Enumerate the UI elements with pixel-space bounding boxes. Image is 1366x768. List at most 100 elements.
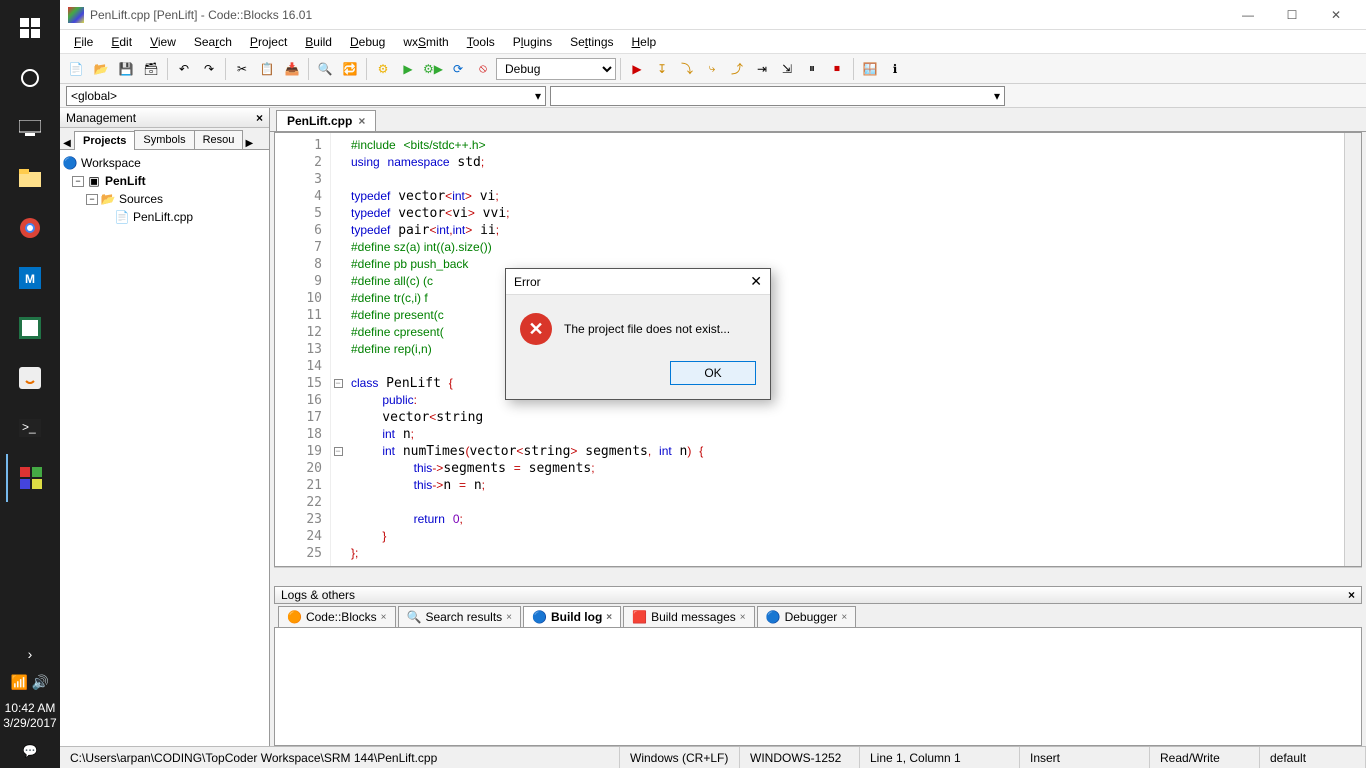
logs-body[interactable] [274,628,1362,746]
menu-debug[interactable]: Debug [342,32,393,52]
paste-icon[interactable]: 📥 [280,57,304,81]
open-icon[interactable]: 📂 [89,57,113,81]
mgmt-tabs-right-arrow[interactable]: ▶ [242,138,256,149]
menu-tools[interactable]: Tools [459,32,503,52]
break-icon[interactable]: ⏸ [800,57,824,81]
management-close-icon[interactable]: × [256,111,263,125]
dialog-close-icon[interactable]: ✕ [750,273,762,290]
codeblocks-taskbar-icon[interactable] [6,454,54,502]
menu-project[interactable]: Project [242,32,295,52]
step-into-icon[interactable]: ⤷ [700,57,724,81]
horizontal-scrollbar[interactable] [274,567,1362,584]
mgmt-tab-symbols[interactable]: Symbols [134,130,194,149]
terminal-icon[interactable]: >_ [6,404,54,452]
logs-close-icon[interactable]: × [1348,588,1355,602]
menu-file[interactable]: File [66,32,101,52]
dialog-titlebar[interactable]: Error ✕ [506,269,770,295]
tray-icons[interactable]: 📶 🔊 [11,668,50,697]
tree-toggle-icon[interactable]: − [86,194,98,205]
status-path: C:\Users\arpan\CODING\TopCoder Workspace… [60,747,620,768]
mail-icon[interactable]: M [6,254,54,302]
svg-text:M: M [25,272,35,286]
titlebar: PenLift.cpp [PenLift] - Code::Blocks 16.… [60,0,1366,30]
task-view-icon[interactable] [6,104,54,152]
code-text[interactable]: #include <bits/stdc++.h> using namespace… [345,133,1344,566]
find-icon[interactable]: 🔍 [313,57,337,81]
tree-workspace[interactable]: 🔵 Workspace [62,154,267,172]
abort-icon[interactable]: ⦸ [471,57,495,81]
tree-file-penlift[interactable]: 📄 PenLift.cpp [62,208,267,226]
info-icon[interactable]: ℹ [883,57,907,81]
mgmt-tabs-left-arrow[interactable]: ◀ [60,138,74,149]
menu-view[interactable]: View [142,32,184,52]
log-tab-close-icon[interactable]: × [740,612,746,623]
replace-icon[interactable]: 🔁 [338,57,362,81]
stop-debug-icon[interactable]: ⏹ [825,57,849,81]
next-line-icon[interactable]: ⤵ [675,57,699,81]
ok-button[interactable]: OK [670,361,756,385]
minimize-button[interactable]: — [1226,1,1270,29]
mgmt-tab-projects[interactable]: Projects [74,131,135,150]
cut-icon[interactable]: ✂ [230,57,254,81]
project-tree[interactable]: 🔵 Workspace − ▣ PenLift − 📂 Sources [60,150,269,746]
menu-search[interactable]: Search [186,32,240,52]
save-all-icon[interactable]: 🗃 [139,57,163,81]
run-to-cursor-icon[interactable]: ↧ [650,57,674,81]
step-instr-icon[interactable]: ⇲ [775,57,799,81]
save-icon[interactable]: 💾 [114,57,138,81]
log-tab-close-icon[interactable]: × [841,612,847,623]
copy-icon[interactable]: 📋 [255,57,279,81]
taskbar-clock[interactable]: 10:42 AM 3/29/2017 [3,697,56,736]
menu-help[interactable]: Help [624,32,665,52]
editor-tab-penlift[interactable]: PenLift.cpp × [276,110,376,131]
menu-wxsmith[interactable]: wxSmith [395,32,456,52]
debug-start-icon[interactable]: ▶ [625,57,649,81]
tree-project[interactable]: − ▣ PenLift [62,172,267,190]
log-tab-build-messages[interactable]: 🟥Build messages× [623,606,755,627]
run-icon[interactable]: ▶ [396,57,420,81]
chrome-icon[interactable] [6,204,54,252]
svg-text:>_: >_ [22,420,36,434]
menu-settings[interactable]: Settings [562,32,621,52]
menu-plugins[interactable]: Plugins [505,32,560,52]
tab-close-icon[interactable]: × [358,114,365,128]
menu-build[interactable]: Build [297,32,340,52]
file-explorer-icon[interactable] [6,154,54,202]
fold-column[interactable]: −− [331,133,345,566]
rebuild-icon[interactable]: ⟳ [446,57,470,81]
excel-icon[interactable] [6,304,54,352]
mgmt-tab-resources[interactable]: Resou [194,130,244,149]
menu-edit[interactable]: Edit [103,32,140,52]
code-editor[interactable]: 1234567891011121314151617181920212223242… [274,132,1362,567]
tree-folder-sources[interactable]: − 📂 Sources [62,190,267,208]
maximize-button[interactable]: ☐ [1270,1,1314,29]
log-tab-code-blocks[interactable]: 🟠Code::Blocks× [278,606,396,627]
log-tab-close-icon[interactable]: × [381,612,387,623]
tree-toggle-icon[interactable]: − [72,176,84,187]
log-tab-build-log[interactable]: 🔵Build log× [523,606,621,627]
log-tab-debugger[interactable]: 🔵Debugger× [757,606,857,627]
log-tab-close-icon[interactable]: × [606,612,612,623]
step-out-icon[interactable]: ⤴ [725,57,749,81]
new-file-icon[interactable]: 📄 [64,57,88,81]
build-icon[interactable]: ⚙ [371,57,395,81]
management-panel: Management × ◀ Projects Symbols Resou ▶ … [60,108,270,746]
scope-toolbar: <global>▾ ▾ [60,84,1366,108]
build-target-combo[interactable]: Debug [496,58,616,80]
start-button[interactable] [6,4,54,52]
java-icon[interactable] [6,354,54,402]
next-instr-icon[interactable]: ⇥ [750,57,774,81]
redo-icon[interactable]: ↷ [197,57,221,81]
vertical-scrollbar[interactable] [1344,133,1361,566]
cortana-icon[interactable] [6,54,54,102]
log-tab-close-icon[interactable]: × [506,612,512,623]
scope-combo-right[interactable]: ▾ [550,86,1005,106]
show-hidden-icons[interactable]: › [6,642,54,666]
close-button[interactable]: ✕ [1314,1,1358,29]
build-run-icon[interactable]: ⚙▶ [421,57,445,81]
log-tab-search-results[interactable]: 🔍Search results× [398,606,522,627]
action-center-icon[interactable]: 💬 [6,736,54,766]
undo-icon[interactable]: ↶ [172,57,196,81]
debug-windows-icon[interactable]: 🪟 [858,57,882,81]
scope-combo-left[interactable]: <global>▾ [66,86,546,106]
